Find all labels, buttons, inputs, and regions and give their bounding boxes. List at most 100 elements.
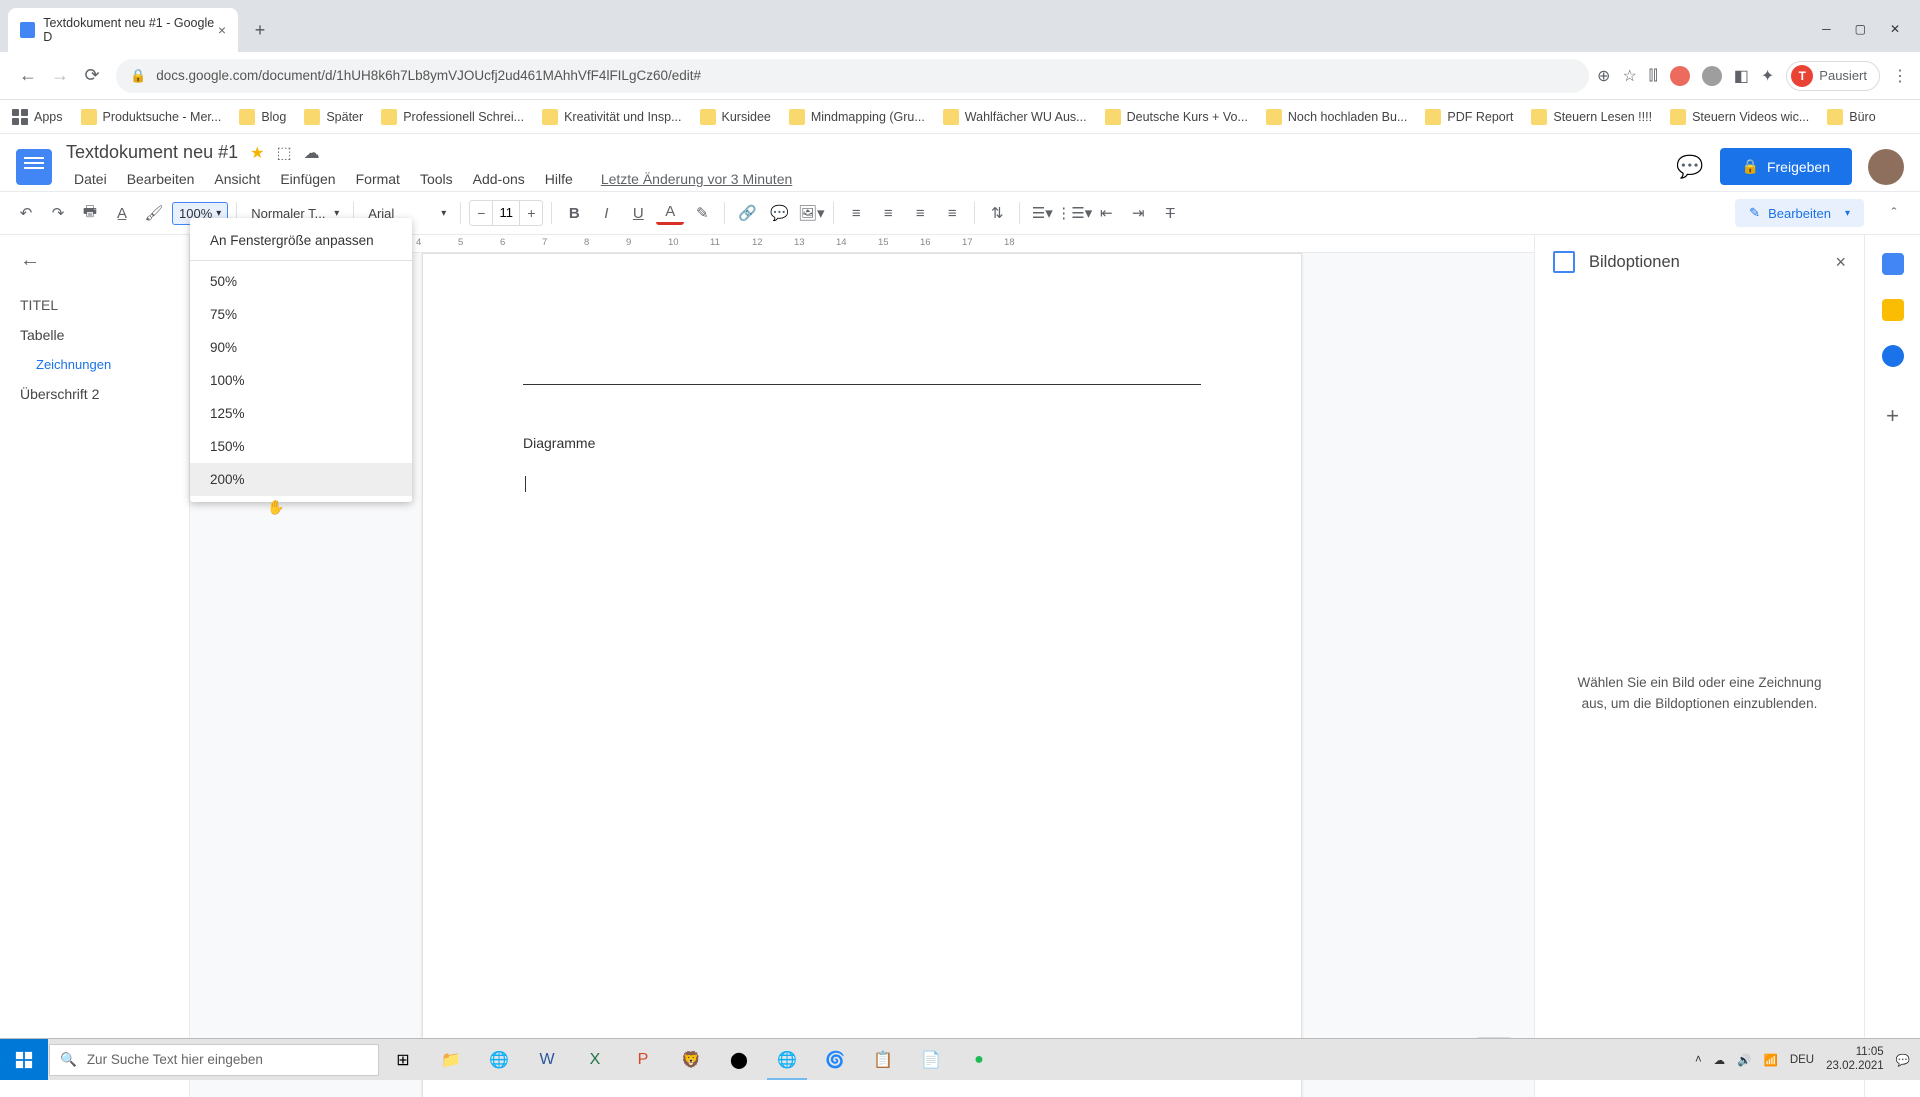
cloud-status-icon[interactable]: ☁	[304, 143, 320, 163]
ext-icon-2[interactable]	[1702, 66, 1722, 86]
italic-button[interactable]: I	[592, 199, 620, 227]
editing-mode-button[interactable]: ✎ Bearbeiten ▾	[1735, 199, 1864, 227]
app-icon-2[interactable]: 📋	[859, 1039, 907, 1080]
ext-icon-3[interactable]: ◧	[1734, 66, 1749, 86]
chrome-icon[interactable]: 🌐	[763, 1039, 811, 1080]
tray-chevron-icon[interactable]: ˄	[1695, 1054, 1702, 1066]
wifi-icon[interactable]: 📶	[1764, 1053, 1778, 1067]
clear-formatting-button[interactable]: T	[1156, 199, 1184, 227]
new-tab-button[interactable]: +	[246, 16, 274, 44]
tasks-icon[interactable]	[1882, 345, 1904, 367]
browser-menu-icon[interactable]: ⋮	[1892, 66, 1908, 86]
move-folder-icon[interactable]: ⬚	[276, 143, 291, 163]
zoom-125-option[interactable]: 125%	[190, 397, 412, 430]
decrease-indent-button[interactable]: ⇤	[1092, 199, 1120, 227]
redo-button[interactable]: ↷	[44, 199, 72, 227]
zoom-200-option[interactable]: 200%	[190, 463, 412, 496]
numbered-list-button[interactable]: ☰▾	[1028, 199, 1056, 227]
menu-tools[interactable]: Tools	[412, 167, 461, 191]
reload-button[interactable]: ⟳	[76, 60, 108, 92]
print-button[interactable]: 🖶	[76, 199, 104, 227]
bookmark-star-icon[interactable]: ☆	[1622, 66, 1636, 86]
url-bar[interactable]: 🔒 docs.google.com/document/d/1hUH8k6h7Lb…	[116, 59, 1589, 93]
close-panel-button[interactable]: ×	[1835, 252, 1846, 273]
align-left-button[interactable]: ≡	[842, 199, 870, 227]
bold-button[interactable]: B	[560, 199, 588, 227]
bookmark-item[interactable]: PDF Report	[1425, 109, 1513, 125]
menu-insert[interactable]: Einfügen	[272, 167, 343, 191]
menu-view[interactable]: Ansicht	[206, 167, 268, 191]
start-button[interactable]	[0, 1039, 48, 1080]
close-tab-icon[interactable]: ×	[218, 22, 226, 38]
fontsize-input[interactable]: 11	[492, 201, 520, 225]
share-button[interactable]: 🔒 Freigeben	[1720, 148, 1852, 185]
zoom-fit-option[interactable]: An Fenstergröße anpassen	[190, 224, 412, 261]
collapse-toolbar-button[interactable]: ˆ	[1880, 199, 1908, 227]
user-avatar[interactable]	[1868, 149, 1904, 185]
close-window-button[interactable]: ✕	[1890, 22, 1900, 36]
file-explorer-icon[interactable]: 📁	[427, 1039, 475, 1080]
menu-file[interactable]: Datei	[66, 167, 115, 191]
back-button[interactable]: ←	[12, 60, 44, 92]
spotify-icon[interactable]: ●	[955, 1039, 1003, 1080]
bookmark-item[interactable]: Kreativität und Insp...	[542, 109, 681, 125]
underline-button[interactable]: U	[624, 199, 652, 227]
line-spacing-button[interactable]: ⇅	[983, 199, 1011, 227]
outline-item[interactable]: Tabelle	[8, 320, 181, 350]
highlight-button[interactable]: ✎	[688, 199, 716, 227]
fontsize-decrease-button[interactable]: −	[470, 201, 492, 225]
insert-image-button[interactable]: 🖼▾	[797, 199, 825, 227]
browser-tab[interactable]: Textdokument neu #1 - Google D ×	[8, 8, 238, 52]
calendar-icon[interactable]	[1882, 253, 1904, 275]
align-right-button[interactable]: ≡	[906, 199, 934, 227]
outline-collapse-button[interactable]: ←	[20, 249, 181, 272]
clock[interactable]: 11:05 23.02.2021	[1826, 1046, 1884, 1074]
fontsize-increase-button[interactable]: +	[520, 201, 542, 225]
notification-icon[interactable]: 💬	[1896, 1053, 1910, 1067]
word-icon[interactable]: W	[523, 1039, 571, 1080]
spellcheck-button[interactable]: A̲	[108, 199, 136, 227]
add-addon-button[interactable]: +	[1886, 403, 1899, 429]
keep-icon[interactable]	[1882, 299, 1904, 321]
bookmark-item[interactable]: Professionell Schrei...	[381, 109, 524, 125]
zoom-50-option[interactable]: 50%	[190, 265, 412, 298]
profile-paused-button[interactable]: T Pausiert	[1786, 61, 1880, 91]
bookmark-item[interactable]: Steuern Lesen !!!!	[1531, 109, 1652, 125]
star-icon[interactable]: ★	[250, 143, 264, 163]
insert-link-button[interactable]: 🔗	[733, 199, 761, 227]
bookmark-item[interactable]: Steuern Videos wic...	[1670, 109, 1809, 125]
language-indicator[interactable]: DEU	[1790, 1054, 1814, 1066]
bookmark-item[interactable]: Mindmapping (Gru...	[789, 109, 925, 125]
minimize-button[interactable]: ─	[1822, 22, 1831, 36]
zoom-100-option[interactable]: 100%	[190, 364, 412, 397]
insert-comment-button[interactable]: 💬	[765, 199, 793, 227]
notepad-icon[interactable]: 📄	[907, 1039, 955, 1080]
document-title[interactable]: Textdokument neu #1	[66, 142, 238, 163]
volume-icon[interactable]: 🔊	[1737, 1053, 1751, 1067]
bookmark-item[interactable]: Deutsche Kurs + Vo...	[1105, 109, 1248, 125]
paint-format-button[interactable]: 🖌	[140, 199, 168, 227]
zoom-150-option[interactable]: 150%	[190, 430, 412, 463]
outline-item[interactable]: TITEL	[8, 290, 181, 320]
obs-icon[interactable]: ⬤	[715, 1039, 763, 1080]
document-page[interactable]: Diagramme	[422, 253, 1302, 1097]
task-view-button[interactable]: ⊞	[379, 1039, 427, 1080]
ext-icon-1[interactable]	[1670, 66, 1690, 86]
powerpoint-icon[interactable]: P	[619, 1039, 667, 1080]
brave-icon[interactable]: 🦁	[667, 1039, 715, 1080]
menu-format[interactable]: Format	[348, 167, 408, 191]
reader-icon[interactable]: ⫿⫿	[1649, 67, 1658, 84]
onedrive-icon[interactable]: ☁	[1714, 1053, 1726, 1067]
outline-item[interactable]: Überschrift 2	[8, 379, 181, 409]
edge-icon[interactable]: 🌀	[811, 1039, 859, 1080]
docs-logo-icon[interactable]	[16, 149, 52, 185]
undo-button[interactable]: ↶	[12, 199, 40, 227]
zoom-90-option[interactable]: 90%	[190, 331, 412, 364]
bookmark-item[interactable]: Noch hochladen Bu...	[1266, 109, 1408, 125]
taskbar-search-input[interactable]: 🔍 Zur Suche Text hier eingeben	[49, 1044, 379, 1076]
align-justify-button[interactable]: ≡	[938, 199, 966, 227]
last-change-link[interactable]: Letzte Änderung vor 3 Minuten	[593, 167, 800, 191]
zoom-page-icon[interactable]: ⊕	[1597, 66, 1610, 86]
bookmark-item[interactable]: Büro	[1827, 109, 1875, 125]
maximize-button[interactable]: ▢	[1855, 22, 1866, 36]
